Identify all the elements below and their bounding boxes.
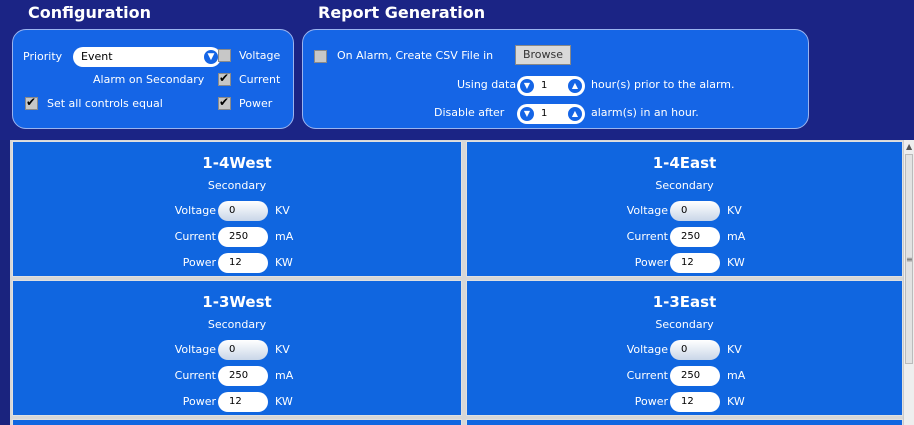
report-generation-panel: On Alarm, Create CSV File in Browse Usin…	[302, 29, 809, 129]
power-input[interactable]: 12	[218, 253, 268, 273]
current-label: Current	[174, 369, 216, 382]
current-input[interactable]: 250	[670, 227, 720, 247]
report-generation-title: Report Generation	[318, 3, 486, 22]
voltage-input[interactable]: 0	[218, 201, 268, 221]
voltage-checkbox[interactable]	[218, 49, 231, 62]
set-all-controls-label: Set all controls equal	[47, 97, 163, 110]
priority-select[interactable]: Event ▼	[73, 47, 221, 67]
current-label: Current	[626, 369, 668, 382]
chevron-down-icon[interactable]: ▼	[203, 49, 219, 65]
browse-button[interactable]: Browse	[515, 45, 571, 65]
voltage-label: Voltage	[174, 204, 216, 217]
power-label: Power	[634, 395, 668, 408]
on-alarm-label: On Alarm, Create CSV File in	[337, 49, 494, 62]
current-unit: mA	[727, 369, 746, 382]
current-input[interactable]: 250	[670, 366, 720, 386]
voltage-label: Voltage	[174, 343, 216, 356]
current-unit: mA	[727, 230, 746, 243]
power-unit: KW	[727, 256, 745, 269]
voltage-input[interactable]: 0	[218, 340, 268, 360]
power-unit: KW	[275, 395, 293, 408]
station-name: 1-3East	[652, 293, 717, 311]
set-all-controls-checkbox[interactable]	[25, 95, 38, 110]
station-name: 1-4East	[652, 154, 717, 172]
voltage-input[interactable]: 0	[670, 340, 720, 360]
chevron-up-icon[interactable]: ▲	[567, 106, 583, 122]
power-input[interactable]: 12	[218, 392, 268, 412]
station-subtitle: Secondary	[655, 179, 714, 192]
disable-after-value: 1	[541, 108, 548, 119]
current-unit: mA	[275, 369, 294, 382]
chevron-down-icon[interactable]: ▼	[519, 106, 535, 122]
current-label: Current	[174, 230, 216, 243]
station-subtitle: Secondary	[655, 318, 714, 331]
station-card: 1-4West Secondary Voltage 0 KV Current 2…	[12, 141, 462, 277]
priority-value: Event	[81, 50, 113, 63]
station-subtitle: Secondary	[207, 318, 267, 331]
hours-prior-label: hour(s) prior to the alarm.	[591, 78, 735, 91]
alarms-label: alarm(s) in an hour.	[591, 106, 699, 119]
current-input[interactable]: 250	[218, 227, 268, 247]
voltage-input[interactable]: 0	[670, 201, 720, 221]
power-label: Power	[182, 395, 216, 408]
power-input[interactable]: 12	[670, 253, 720, 273]
voltage-unit: KV	[727, 204, 742, 217]
scroll-thumb[interactable]: ≡	[905, 154, 913, 364]
power-label: Power	[239, 97, 273, 110]
voltage-unit: KV	[727, 343, 742, 356]
voltage-unit: KV	[275, 343, 290, 356]
voltage-label: Voltage	[626, 343, 668, 356]
using-data-value: 1	[541, 80, 548, 91]
chevron-down-icon[interactable]: ▼	[519, 78, 535, 94]
configuration-panel: Priority Event ▼ Voltage Alarm on Second…	[12, 29, 294, 129]
current-unit: mA	[275, 230, 294, 243]
disable-after-spinner[interactable]: ▼ 1 ▲	[517, 104, 585, 124]
station-card	[12, 419, 462, 425]
station-card: 1-3East Secondary Voltage 0 KV Current 2…	[466, 280, 903, 416]
power-unit: KW	[275, 256, 293, 269]
station-card	[466, 419, 903, 425]
current-checkbox[interactable]	[218, 71, 231, 86]
power-label: Power	[182, 256, 216, 269]
station-card: 1-3West Secondary Voltage 0 KV Current 2…	[12, 280, 462, 416]
alarm-on-secondary-label: Alarm on Secondary	[93, 73, 205, 86]
current-label: Current	[239, 73, 281, 86]
vertical-scrollbar[interactable]: ▲ ≡	[903, 140, 914, 425]
grip-icon: ≡	[906, 255, 913, 264]
on-alarm-checkbox[interactable]	[314, 50, 327, 63]
current-label: Current	[626, 230, 668, 243]
station-name: 1-4West	[202, 154, 272, 172]
voltage-label: Voltage	[626, 204, 668, 217]
power-unit: KW	[727, 395, 745, 408]
using-data-spinner[interactable]: ▼ 1 ▲	[517, 76, 585, 96]
voltage-unit: KV	[275, 204, 290, 217]
priority-label: Priority	[23, 50, 63, 63]
station-name: 1-3West	[202, 293, 272, 311]
station-grid: 1-4West Secondary Voltage 0 KV Current 2…	[10, 140, 903, 425]
station-card: 1-4East Secondary Voltage 0 KV Current 2…	[466, 141, 903, 277]
voltage-label: Voltage	[239, 49, 281, 62]
power-input[interactable]: 12	[670, 392, 720, 412]
station-subtitle: Secondary	[207, 179, 267, 192]
chevron-up-icon[interactable]: ▲	[567, 78, 583, 94]
scroll-up-icon[interactable]: ▲	[906, 142, 912, 151]
disable-after-label: Disable after	[434, 106, 505, 119]
configuration-title: Configuration	[28, 3, 152, 22]
current-input[interactable]: 250	[218, 366, 268, 386]
power-checkbox[interactable]	[218, 95, 231, 110]
power-label: Power	[634, 256, 668, 269]
top-area: Configuration Report Generation Priority…	[0, 0, 914, 140]
using-data-label: Using data	[457, 78, 517, 91]
